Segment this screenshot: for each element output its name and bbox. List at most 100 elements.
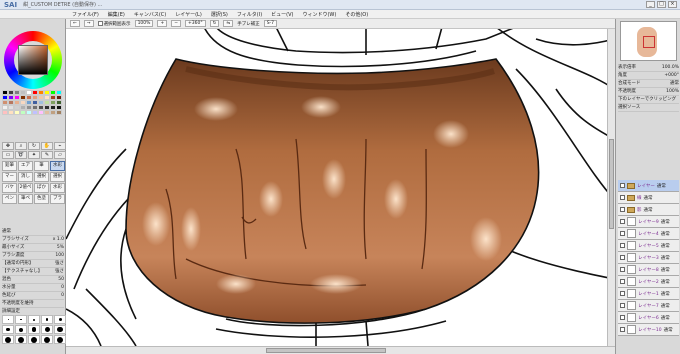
visibility-icon[interactable] <box>620 207 625 212</box>
horizontal-scroll-thumb[interactable] <box>266 348 386 353</box>
layer-item[interactable]: 線通常 <box>618 192 679 204</box>
brush-item[interactable]: 鉛筆 <box>2 161 17 171</box>
brush-size-cell[interactable] <box>41 325 53 334</box>
menu-item-5[interactable]: フィルタ(I) <box>237 11 262 18</box>
visibility-icon[interactable] <box>620 327 625 332</box>
brush-prop-row[interactable]: 色延び 0 <box>2 292 64 300</box>
close-button[interactable]: × <box>668 1 677 8</box>
brush-size-cell[interactable] <box>15 325 27 334</box>
brush-size-cell[interactable] <box>2 315 14 324</box>
layer-prop-row[interactable]: 角度 +000° <box>618 72 679 80</box>
brush-item[interactable]: 色塗り <box>34 194 49 204</box>
zoom-select[interactable]: 100% <box>134 20 154 27</box>
color-square[interactable] <box>18 45 48 75</box>
brush-item[interactable]: 水彩 <box>50 183 65 193</box>
brush-size-cell[interactable] <box>2 335 14 344</box>
layer-item[interactable]: レイヤー4 通常 <box>618 228 679 240</box>
brush-size-cell[interactable] <box>15 335 27 344</box>
menu-item-1[interactable]: 編集(E) <box>108 11 125 18</box>
zoom-in-button[interactable]: + <box>157 20 168 27</box>
brush-prop-row[interactable]: 最小サイズ 5% <box>2 244 64 252</box>
pen-icon[interactable]: ✎ <box>41 151 53 159</box>
brush-size-cell[interactable] <box>2 325 14 334</box>
select-icon[interactable]: ▭ <box>2 151 14 159</box>
brush-size-cell[interactable] <box>28 325 40 334</box>
drawing-canvas[interactable] <box>66 29 615 346</box>
brush-item[interactable]: 水彩筆 <box>50 161 65 171</box>
brush-prop-row[interactable]: 【通常の円形】 強さ <box>2 260 64 268</box>
eraser-icon[interactable]: ▱ <box>54 151 66 159</box>
angle-select[interactable]: +360° <box>185 20 206 27</box>
brush-item[interactable]: ぼかし <box>34 183 49 193</box>
menu-item-4[interactable]: 選択(S) <box>211 11 228 18</box>
selection-toggle[interactable]: 選択範囲表示 <box>97 21 131 27</box>
layer-item[interactable]: レイヤー1 通常 <box>618 288 679 300</box>
brush-item[interactable]: 筆 <box>34 161 49 171</box>
layer-prop-row[interactable]: 合成モード 通常 <box>618 80 679 88</box>
layer-prop-row[interactable]: 選択ソース <box>618 104 679 112</box>
visibility-icon[interactable] <box>620 303 625 308</box>
vertical-scroll-thumb[interactable] <box>609 139 614 229</box>
flip-button[interactable]: ⇋ <box>223 20 234 27</box>
brush-item[interactable]: 選択ペン <box>34 172 49 182</box>
eyedropper-icon[interactable]: ⌁ <box>54 142 66 150</box>
zoom-out-button[interactable]: − <box>171 20 181 27</box>
brush-item[interactable]: 2値ペン <box>18 183 33 193</box>
brush-item[interactable]: ペン <box>2 194 17 204</box>
move-icon[interactable]: ✥ <box>2 142 14 150</box>
menu-item-2[interactable]: キャンバス(C) <box>134 11 166 18</box>
layer-item[interactable]: レイヤー3 通常 <box>618 252 679 264</box>
layer-prop-row[interactable]: 表示倍率 100.0% <box>618 64 679 72</box>
menu-item-7[interactable]: ウィンドウ(W) <box>302 11 336 18</box>
menu-item-6[interactable]: ビュー(V) <box>271 11 293 18</box>
hand-icon[interactable]: ✋ <box>41 142 53 150</box>
visibility-icon[interactable] <box>620 267 625 272</box>
brush-size-cell[interactable] <box>41 315 53 324</box>
layer-item[interactable]: レイヤー 通常 <box>618 180 679 192</box>
visibility-icon[interactable] <box>620 195 625 200</box>
layer-item[interactable]: レイヤー2 通常 <box>618 276 679 288</box>
brush-size-cell[interactable] <box>28 335 40 344</box>
navigator-viewport[interactable] <box>643 36 655 48</box>
brush-prop-row[interactable]: 混色 50 <box>2 276 64 284</box>
brush-prop-row[interactable]: ブラシサイズ x 1.0 <box>2 236 64 244</box>
brush-item[interactable]: マーカー <box>2 172 17 182</box>
rotate-icon[interactable]: ↻ <box>28 142 40 150</box>
brush-size-cell[interactable] <box>54 335 66 344</box>
menu-item-0[interactable]: ファイル(F) <box>72 11 99 18</box>
layer-prop-row[interactable]: 下のレイヤーでクリッピング <box>618 96 679 104</box>
layer-prop-row[interactable]: 不透明度 100% <box>618 88 679 96</box>
stabilizer-select[interactable]: S-7 <box>263 20 278 27</box>
visibility-icon[interactable] <box>620 315 625 320</box>
visibility-icon[interactable] <box>620 279 625 284</box>
maximize-button[interactable]: □ <box>657 1 666 8</box>
layer-item[interactable]: レイヤー6 通常 <box>618 312 679 324</box>
brush-prop-row[interactable]: 通常 <box>2 228 64 236</box>
minimize-button[interactable]: _ <box>646 1 655 8</box>
menu-item-8[interactable]: その他(O) <box>345 11 368 18</box>
brush-item[interactable]: 選択消し <box>50 172 65 182</box>
zoom-icon[interactable]: ⌕ <box>15 142 27 150</box>
brush-size-cell[interactable] <box>41 335 53 344</box>
color-swatch[interactable] <box>56 110 62 115</box>
lasso-icon[interactable]: ➰ <box>15 151 27 159</box>
brush-item[interactable]: ブラシ <box>50 194 65 204</box>
visibility-icon[interactable] <box>620 183 625 188</box>
brush-size-cell[interactable] <box>54 315 66 324</box>
visibility-icon[interactable] <box>620 219 625 224</box>
rotate-button[interactable]: ↻ <box>209 20 220 27</box>
layer-item[interactable]: レイヤー9 通常 <box>618 216 679 228</box>
brush-item[interactable]: バケツ <box>2 183 17 193</box>
undo-button[interactable]: ← <box>70 20 80 27</box>
brush-item[interactable]: エアブラシ <box>18 161 33 171</box>
brush-prop-row[interactable]: 不透明度を維持 <box>2 300 64 308</box>
layer-item[interactable]: レイヤー8 通常 <box>618 264 679 276</box>
brush-item[interactable]: 消しゴム <box>18 172 33 182</box>
brush-size-cell[interactable] <box>54 325 66 334</box>
layer-item[interactable]: レイヤー5 通常 <box>618 240 679 252</box>
horizontal-scrollbar[interactable] <box>66 346 615 354</box>
layer-item[interactable]: レイヤー10 通常 <box>618 324 679 336</box>
visibility-icon[interactable] <box>620 231 625 236</box>
brush-size-cell[interactable] <box>15 315 27 324</box>
redo-button[interactable]: → <box>83 20 94 27</box>
